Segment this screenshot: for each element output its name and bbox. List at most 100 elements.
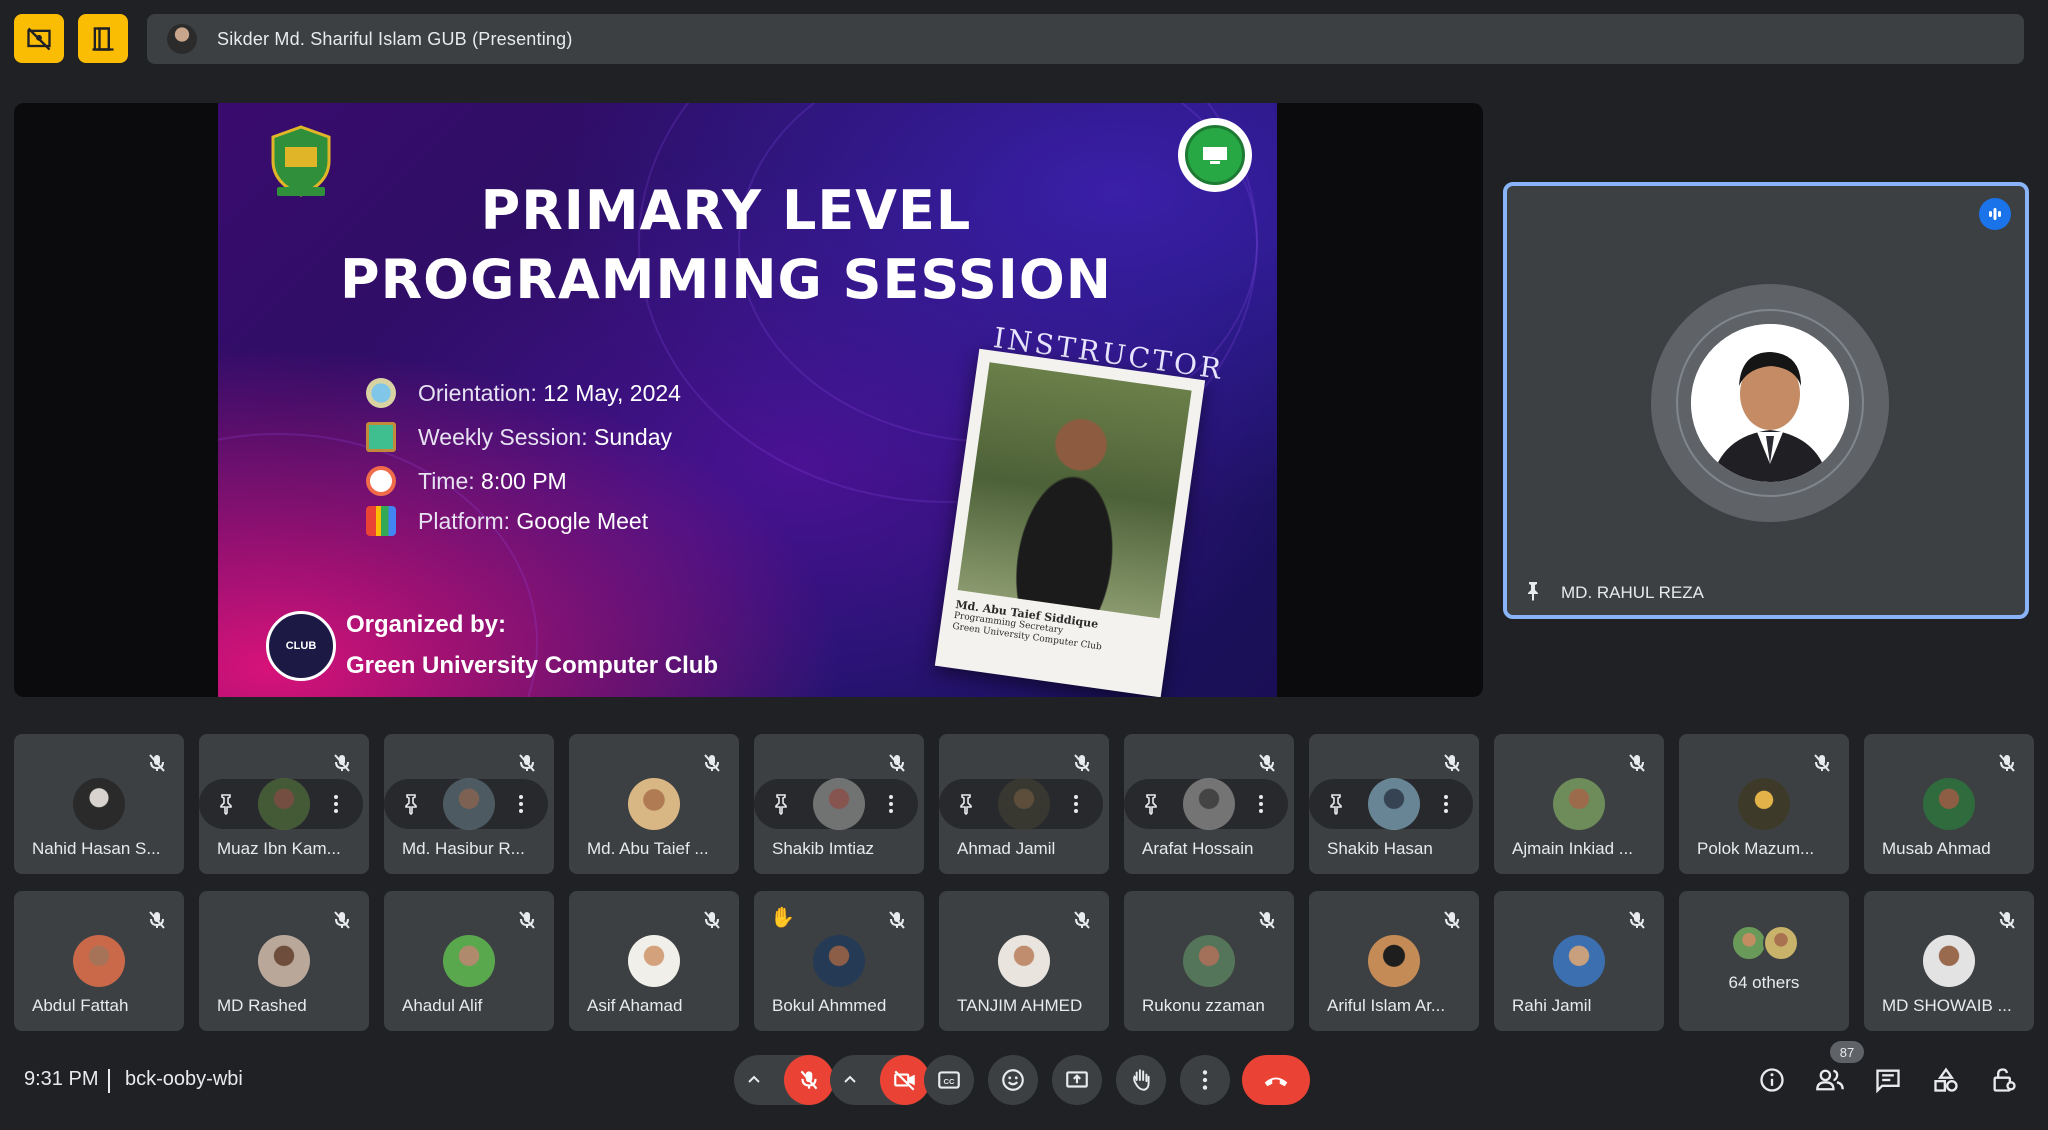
participant-tile[interactable]: Shakib Imtiaz xyxy=(754,734,924,874)
participant-name: Ajmain Inkiad ... xyxy=(1512,839,1633,858)
participant-tile[interactable]: Rahi Jamil xyxy=(1494,891,1664,1031)
others-tile[interactable]: 64 others xyxy=(1679,891,1849,1031)
participant-name: Rahi Jamil xyxy=(1512,996,1592,1015)
presentation-slide: PRIMARY LEVEL PROGRAMMING SESSION Orient… xyxy=(218,103,1277,697)
participant-tile[interactable]: Shakib Hasan xyxy=(1309,734,1479,874)
present-screen-button[interactable] xyxy=(1052,1055,1102,1105)
mic-off-icon xyxy=(889,911,905,929)
avatar xyxy=(258,778,310,830)
camera-control[interactable] xyxy=(830,1055,930,1105)
participant-tile[interactable]: TANJIM AHMED xyxy=(939,891,1109,1031)
participant-name: Shakib Imtiaz xyxy=(772,839,875,858)
avatar xyxy=(443,935,495,987)
more-options-icon[interactable] xyxy=(1064,792,1088,816)
avatar xyxy=(1183,935,1235,987)
end-call-icon xyxy=(1264,1077,1288,1087)
mic-off-icon xyxy=(519,911,535,929)
participant-name: MD SHOWAIB ... xyxy=(1882,996,2012,1015)
participant-name: TANJIM AHMED xyxy=(957,996,1083,1015)
avatar xyxy=(73,935,125,987)
participant-tile[interactable]: Polok Mazum... xyxy=(1679,734,1849,874)
participant-tile[interactable]: MD Rashed xyxy=(199,891,369,1031)
stop-presenting-button[interactable] xyxy=(78,14,128,63)
presenter-avatar xyxy=(167,24,197,54)
more-options-icon[interactable] xyxy=(1249,792,1273,816)
raise-hand-button[interactable] xyxy=(1116,1055,1166,1105)
hide-self-view-button[interactable] xyxy=(14,14,64,63)
presentation-area[interactable]: PRIMARY LEVEL PROGRAMMING SESSION Orient… xyxy=(14,103,1483,697)
pin-icon[interactable] xyxy=(399,792,423,816)
avatar xyxy=(1763,925,1799,961)
more-options-button[interactable] xyxy=(1180,1055,1230,1105)
mic-toggle-button[interactable] xyxy=(784,1055,834,1105)
hide-self-view-icon xyxy=(27,27,51,50)
participant-tile[interactable]: Arafat Hossain xyxy=(1124,734,1294,874)
people-icon xyxy=(1816,1069,1844,1091)
emoji-button[interactable] xyxy=(988,1055,1038,1105)
avatar xyxy=(1691,324,1849,482)
participant-tile[interactable]: Nahid Hasan S... xyxy=(14,734,184,874)
pin-icon[interactable] xyxy=(214,792,238,816)
pin-icon[interactable] xyxy=(1324,792,1348,816)
camera-toggle-button[interactable] xyxy=(880,1055,930,1105)
time-row: Time: 8:00 PM xyxy=(366,466,567,496)
avatar xyxy=(1553,935,1605,987)
participant-tile[interactable]: Ahmad Jamil xyxy=(939,734,1109,874)
participant-tile[interactable]: ✋ Bokul Ahmmed xyxy=(754,891,924,1031)
participant-name: Musab Ahmad xyxy=(1882,839,1991,858)
mic-off-icon xyxy=(1629,754,1645,772)
avatar-ring xyxy=(1651,284,1889,522)
participant-tile[interactable]: Muaz Ibn Kam... xyxy=(199,734,369,874)
avatar xyxy=(1553,778,1605,830)
presenting-bar[interactable]: Sikder Md. Shariful Islam GUB (Presentin… xyxy=(147,14,2024,64)
participant-name: Rukonu zzaman xyxy=(1142,996,1265,1015)
more-options-icon[interactable] xyxy=(324,792,348,816)
participant-name: Polok Mazum... xyxy=(1697,839,1815,858)
activities-button[interactable] xyxy=(1930,1064,1962,1096)
participant-tile[interactable]: Rukonu zzaman xyxy=(1124,891,1294,1031)
club-logo-icon: CLUB xyxy=(266,611,336,681)
chevron-up-icon[interactable] xyxy=(744,1070,764,1090)
host-controls-button[interactable] xyxy=(1988,1064,2020,1096)
pin-icon[interactable] xyxy=(1139,792,1163,816)
participant-tile[interactable]: Abdul Fattah xyxy=(14,891,184,1031)
organized-by-label: Organized by: xyxy=(346,611,507,638)
microphone-control[interactable] xyxy=(734,1055,834,1105)
more-options-icon[interactable] xyxy=(1434,792,1458,816)
pin-icon[interactable] xyxy=(1521,579,1545,603)
google-meet-icon xyxy=(366,506,396,536)
pin-icon[interactable] xyxy=(954,792,978,816)
chat-button[interactable] xyxy=(1872,1064,1904,1096)
spotlight-tile[interactable]: MD. RAHUL REZA xyxy=(1503,182,2029,619)
computer-club-logo-icon xyxy=(1178,118,1252,192)
participant-tile[interactable]: Asif Ahamad xyxy=(569,891,739,1031)
meeting-details-button[interactable] xyxy=(1756,1064,1788,1096)
participant-tile[interactable]: Ariful Islam Ar... xyxy=(1309,891,1479,1031)
participant-tile[interactable]: Md. Abu Taief ... xyxy=(569,734,739,874)
mic-off-icon xyxy=(1074,911,1090,929)
slide-title-line-1: PRIMARY LEVEL xyxy=(480,179,972,242)
end-call-button[interactable] xyxy=(1242,1055,1310,1105)
participant-tile[interactable]: MD SHOWAIB ... xyxy=(1864,891,2034,1031)
people-button[interactable] xyxy=(1814,1064,1846,1096)
divider xyxy=(108,1069,110,1093)
participant-tile[interactable]: Ahadul Alif xyxy=(384,891,554,1031)
participant-tile[interactable]: Md. Hasibur R... xyxy=(384,734,554,874)
camera-off-icon xyxy=(894,1070,915,1091)
avatar xyxy=(258,935,310,987)
chat-icon xyxy=(1876,1069,1900,1094)
captions-button[interactable]: CC xyxy=(924,1055,974,1105)
more-options-icon xyxy=(1202,1070,1208,1090)
avatar xyxy=(1923,935,1975,987)
spotlight-name: MD. RAHUL REZA xyxy=(1561,583,1704,602)
participant-tile[interactable]: Ajmain Inkiad ... xyxy=(1494,734,1664,874)
avatar xyxy=(1923,778,1975,830)
more-options-icon[interactable] xyxy=(879,792,903,816)
more-options-icon[interactable] xyxy=(509,792,533,816)
others-count-label: 64 others xyxy=(1728,973,1800,992)
activities-icon xyxy=(1934,1067,1958,1092)
pin-icon[interactable] xyxy=(769,792,793,816)
chevron-up-icon[interactable] xyxy=(840,1070,860,1090)
participant-tile[interactable]: Musab Ahmad xyxy=(1864,734,2034,874)
platform-row: Platform: Google Meet xyxy=(366,506,648,536)
